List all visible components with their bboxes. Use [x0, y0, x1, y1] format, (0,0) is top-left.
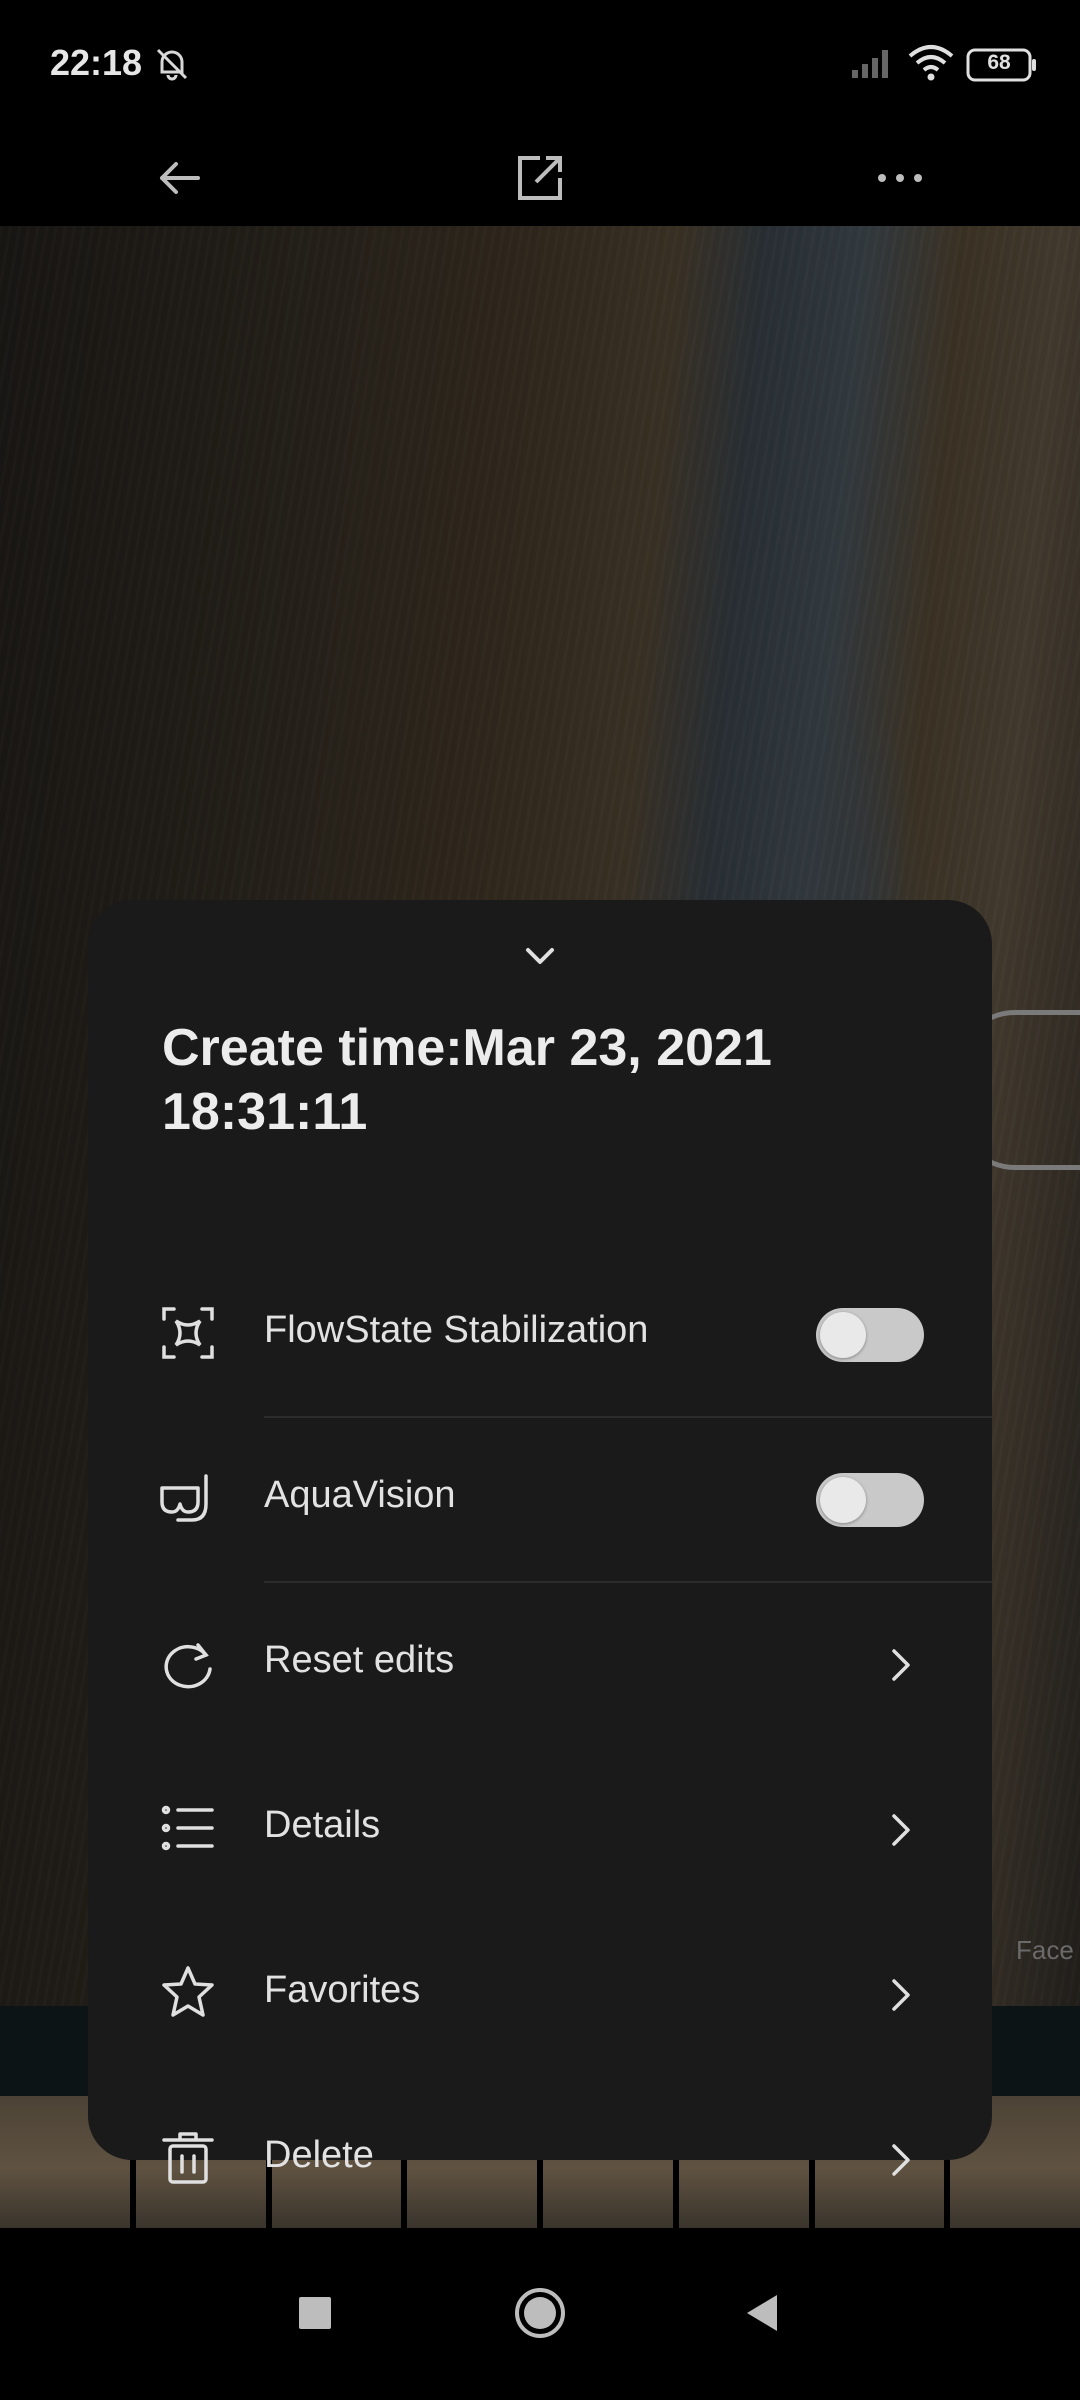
snorkel-mask-icon	[158, 1468, 218, 1528]
face-tool-label: Face	[1016, 1935, 1074, 1965]
home-circle-icon[interactable]	[505, 2278, 575, 2348]
star-icon	[158, 1963, 218, 2023]
menu-item-label: Delete	[264, 2134, 374, 2176]
wifi-icon	[906, 44, 956, 82]
menu-item-favorites[interactable]: Favorites	[88, 1913, 992, 2078]
menu-item-label: FlowState Stabilization	[264, 1309, 649, 1351]
reset-icon	[158, 1633, 218, 1693]
battery-level: 68	[987, 51, 1011, 74]
chevron-right-icon	[888, 2140, 914, 2180]
open-external-icon[interactable]	[510, 148, 570, 208]
menu-item-flowstate-stabilization[interactable]: FlowState Stabilization	[88, 1253, 992, 1418]
status-bar: 22:18 68	[0, 0, 1080, 130]
chevron-right-icon	[888, 1975, 914, 2015]
menu-item-aquavision[interactable]: AquaVision	[88, 1418, 992, 1583]
menu-item-details[interactable]: Details	[88, 1748, 992, 1913]
menu-item-delete[interactable]: Delete	[88, 2078, 992, 2243]
menu-item-label: AquaVision	[264, 1474, 456, 1516]
back-triangle-icon[interactable]	[727, 2278, 797, 2348]
signal-icon	[850, 46, 896, 80]
menu-item-label: Details	[264, 1804, 381, 1846]
menu-item-reset-edits[interactable]: Reset edits	[88, 1583, 992, 1748]
status-time: 22:18	[50, 42, 143, 83]
create-time-heading: Create time:Mar 23, 2021 18:31:11	[162, 1019, 772, 1141]
menu-item-label: Favorites	[264, 1969, 421, 2011]
toggle-knob	[820, 1477, 866, 1523]
bell-off-icon	[152, 44, 192, 84]
battery-icon: 68	[966, 48, 1038, 82]
top-toolbar	[0, 130, 1080, 226]
list-icon	[158, 1798, 218, 1858]
recents-square-icon[interactable]	[280, 2278, 350, 2348]
info-bottom-sheet: Create time:Mar 23, 2021 18:31:11 FlowSt…	[88, 900, 992, 2184]
back-arrow-icon[interactable]	[150, 148, 210, 208]
toggle-knob	[820, 1312, 866, 1358]
menu-item-label: Reset edits	[264, 1639, 455, 1681]
aquavision-toggle[interactable]	[816, 1473, 924, 1527]
stabilization-icon	[158, 1303, 218, 1363]
more-options-icon[interactable]	[870, 148, 930, 208]
flowstate-toggle[interactable]	[816, 1308, 924, 1362]
system-nav-bar	[0, 2228, 1080, 2400]
chevron-right-icon	[888, 1645, 914, 1685]
collapse-chevron-icon[interactable]	[516, 940, 564, 970]
chevron-right-icon	[888, 1810, 914, 1850]
trash-icon	[158, 2128, 218, 2188]
